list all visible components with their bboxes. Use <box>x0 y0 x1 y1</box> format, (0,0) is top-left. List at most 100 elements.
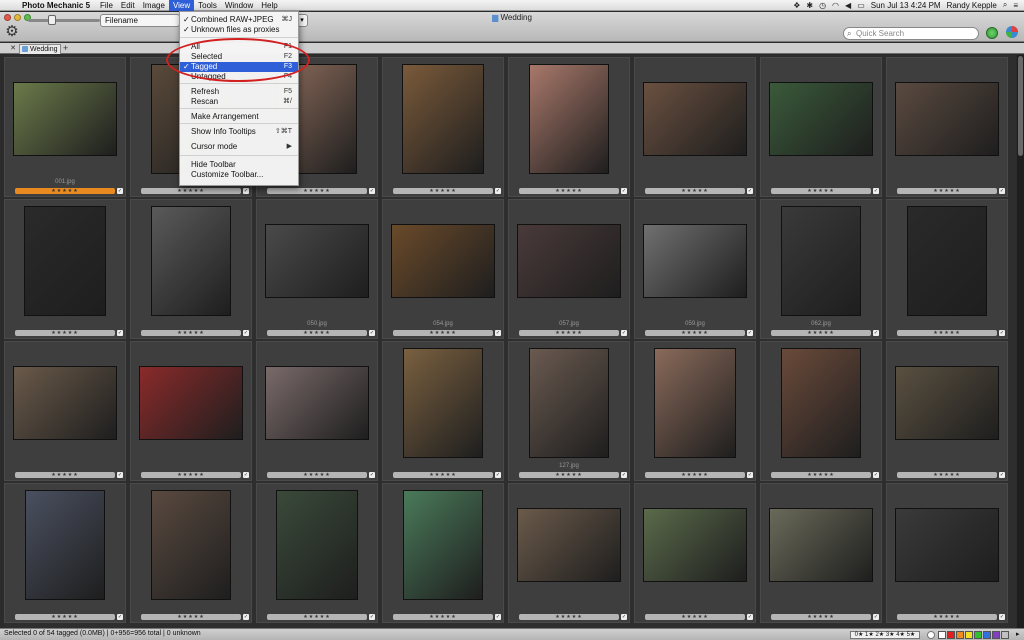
star-rating[interactable]: ★★★★★ <box>267 614 367 620</box>
view-menu-item-tagged[interactable]: ✓ Tagged F3 <box>180 62 298 72</box>
tag-checkbox[interactable]: ✓ <box>999 614 1005 620</box>
thumbnail-cell[interactable]: 054.jpg ★★★★★ ✓ <box>382 199 504 339</box>
star-rating[interactable]: ★★★★★ <box>519 330 619 336</box>
thumbnail-size-slider[interactable] <box>28 19 100 22</box>
star-rating[interactable]: ★★★★★ <box>393 472 493 478</box>
thumbnail-image[interactable] <box>530 65 608 173</box>
view-menu-item-refresh[interactable]: Refresh F5 <box>180 87 298 97</box>
color-class-swatch[interactable] <box>965 631 973 639</box>
chevron-right-icon[interactable]: ▸ <box>1016 630 1020 638</box>
quick-search-input[interactable]: ⌕ Quick Search <box>843 27 979 40</box>
tag-checkbox[interactable]: ✓ <box>999 330 1005 336</box>
color-class-swatch[interactable] <box>938 631 946 639</box>
menu-view[interactable]: View <box>168 0 195 11</box>
star-rating[interactable]: ★★★★★ <box>519 188 619 194</box>
star-rating[interactable]: ★★★★★ <box>393 188 493 194</box>
notification-icon[interactable]: ≡ <box>1013 1 1018 10</box>
thumbnail-cell[interactable]: ★★★★★ ✓ <box>382 483 504 623</box>
thumbnail-image[interactable] <box>26 491 104 599</box>
color-class-swatch[interactable] <box>974 631 982 639</box>
thumbnail-cell[interactable]: 001.jpg ★★★★★ ✓ <box>4 57 126 197</box>
thumbnail-image[interactable] <box>25 207 105 315</box>
thumbnail-image[interactable] <box>403 65 483 173</box>
tag-checkbox[interactable]: ✓ <box>747 188 753 194</box>
star-rating[interactable]: ★★★★★ <box>141 614 241 620</box>
gear-icon[interactable]: ⚙ <box>4 24 20 40</box>
tag-checkbox[interactable]: ✓ <box>495 188 501 194</box>
thumbnail-image[interactable] <box>782 349 860 457</box>
view-menu-item-untagged[interactable]: Untagged F4 <box>180 72 298 82</box>
view-menu-item-show-info-tooltips[interactable]: Show Info Tooltips ⇧⌘T <box>180 127 298 137</box>
star-rating[interactable]: ★★★★★ <box>645 614 745 620</box>
view-menu-item-hide-toolbar[interactable]: Hide Toolbar <box>180 160 298 170</box>
user-name[interactable]: Randy Kepple <box>947 1 997 10</box>
thumbnail-cell[interactable]: 059.jpg ★★★★★ ✓ <box>634 199 756 339</box>
battery-icon[interactable]: ▭ <box>857 1 865 10</box>
color-class-swatch[interactable] <box>983 631 991 639</box>
close-tab-icon[interactable]: ✕ <box>9 45 17 53</box>
star-rating[interactable]: ★★★★★ <box>519 472 619 478</box>
thumbnail-cell[interactable]: ★★★★★ ✓ <box>130 483 252 623</box>
tag-checkbox[interactable]: ✓ <box>621 188 627 194</box>
tag-checkbox[interactable]: ✓ <box>747 472 753 478</box>
view-menu-item-all[interactable]: All F1 <box>180 42 298 52</box>
view-menu-item-rescan[interactable]: Rescan ⌘/ <box>180 97 298 107</box>
tag-checkbox[interactable]: ✓ <box>243 614 249 620</box>
thumbnail-image[interactable] <box>404 491 482 599</box>
thumbnail-image[interactable] <box>770 509 872 581</box>
thumbnail-cell[interactable]: ★★★★★ ✓ <box>760 483 882 623</box>
tab-wedding[interactable]: Wedding <box>19 44 61 54</box>
menu-edit[interactable]: Edit <box>117 0 139 11</box>
thumbnail-cell[interactable]: ★★★★★ ✓ <box>382 57 504 197</box>
thumbnail-image[interactable] <box>896 367 998 439</box>
tag-filter-dot[interactable] <box>927 631 935 639</box>
spotlight-icon[interactable]: ⌕ <box>1003 0 1007 10</box>
contact-sheet[interactable]: 001.jpg ★★★★★ ✓ ★★★★★ ✓ ★★★★★ ✓ ★★★★★ ✓ ★★★★★ ✓ ★★★… <box>4 55 1016 628</box>
color-class-swatch[interactable] <box>947 631 955 639</box>
star-rating[interactable]: ★★★★★ <box>771 188 871 194</box>
star-rating[interactable]: ★★★★★ <box>267 330 367 336</box>
tag-checkbox[interactable]: ✓ <box>621 614 627 620</box>
thumbnail-image[interactable] <box>14 367 116 439</box>
star-rating[interactable]: ★★★★★ <box>267 188 367 194</box>
tag-checkbox[interactable]: ✓ <box>747 330 753 336</box>
thumbnail-image[interactable] <box>266 367 368 439</box>
thumbnail-image[interactable] <box>140 367 242 439</box>
star-rating[interactable]: ★★★★★ <box>771 472 871 478</box>
star-rating[interactable]: ★★★★★ <box>771 330 871 336</box>
tag-checkbox[interactable]: ✓ <box>369 614 375 620</box>
thumbnail-cell[interactable]: ★★★★★ ✓ <box>256 483 378 623</box>
thumbnail-cell[interactable]: ★★★★★ ✓ <box>4 341 126 481</box>
thumbnail-cell[interactable]: ★★★★★ ✓ <box>886 57 1008 197</box>
thumbnail-size-knob[interactable] <box>48 15 56 25</box>
tag-checkbox[interactable]: ✓ <box>369 188 375 194</box>
volume-icon[interactable]: ◀ <box>845 1 851 10</box>
star-rating[interactable]: ★★★★★ <box>15 614 115 620</box>
thumbnail-image[interactable] <box>152 491 230 599</box>
thumbnail-cell[interactable]: ★★★★★ ✓ <box>130 341 252 481</box>
tag-checkbox[interactable]: ✓ <box>621 330 627 336</box>
thumbnail-cell[interactable]: ★★★★★ ✓ <box>760 57 882 197</box>
thumbnail-cell[interactable]: ★★★★★ ✓ <box>760 341 882 481</box>
tag-checkbox[interactable]: ✓ <box>117 188 123 194</box>
app-menu[interactable]: Photo Mechanic 5 <box>18 1 96 10</box>
thumbnail-image[interactable] <box>530 349 608 457</box>
thumbnail-image[interactable] <box>518 225 620 297</box>
star-rating[interactable]: ★★★★★ <box>393 614 493 620</box>
star-rating[interactable]: ★★★★★ <box>15 188 115 194</box>
thumbnail-cell[interactable]: ★★★★★ ✓ <box>634 57 756 197</box>
thumbnail-image[interactable] <box>152 207 230 315</box>
tag-checkbox[interactable]: ✓ <box>873 188 879 194</box>
star-rating[interactable]: ★★★★★ <box>141 188 241 194</box>
star-rating[interactable]: ★★★★★ <box>141 330 241 336</box>
thumbnail-image[interactable] <box>770 83 872 155</box>
tag-checkbox[interactable]: ✓ <box>243 472 249 478</box>
thumbnail-cell[interactable]: ★★★★★ ✓ <box>130 199 252 339</box>
thumbnail-image[interactable] <box>644 225 746 297</box>
thumbnail-image[interactable] <box>655 349 735 457</box>
thumbnail-cell[interactable]: ★★★★★ ✓ <box>886 483 1008 623</box>
thumbnail-cell[interactable]: ★★★★★ ✓ <box>634 341 756 481</box>
star-rating[interactable]: ★★★★★ <box>897 472 997 478</box>
tag-checkbox[interactable]: ✓ <box>873 472 879 478</box>
star-rating[interactable]: ★★★★★ <box>15 472 115 478</box>
